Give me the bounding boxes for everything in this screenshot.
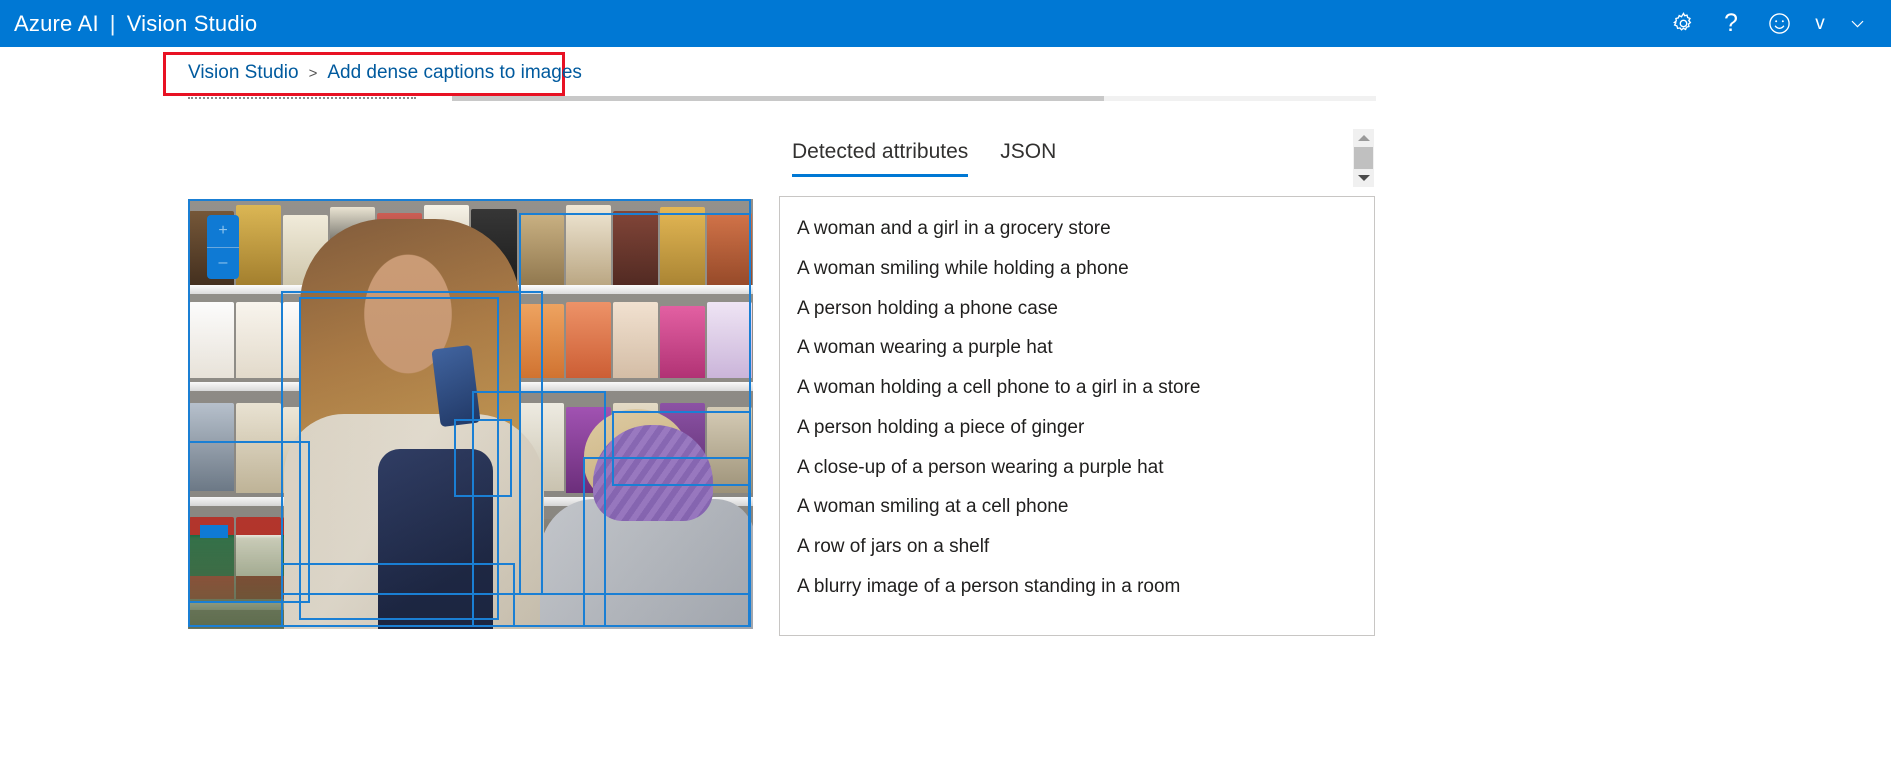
list-item: A woman and a girl in a grocery store — [797, 218, 1111, 239]
user-avatar-initial[interactable]: v — [1803, 0, 1837, 47]
list-item: A woman holding a cell phone to a girl i… — [797, 377, 1201, 398]
account-chevron-down-icon[interactable] — [1837, 0, 1877, 47]
breadcrumb-row: Vision Studio > Add dense captions to im… — [0, 47, 1891, 99]
list-item: A blurry image of a person standing in a… — [797, 575, 1181, 597]
scroll-up-arrow-icon[interactable] — [1353, 129, 1374, 147]
list-item: A woman wearing a purple hat — [797, 337, 1053, 359]
detected-attributes-panel: A woman and a girl in a grocery store A … — [779, 196, 1375, 636]
list-item: A woman smiling at a cell phone — [797, 496, 1069, 518]
feedback-smiley-icon[interactable] — [1755, 0, 1803, 47]
list-item: A person holding a piece of ginger — [797, 416, 1085, 438]
list-item: A person holding a phone case — [797, 297, 1058, 319]
zoom-out-button[interactable]: – — [207, 248, 239, 280]
brand-title: Azure AI | Vision Studio — [0, 11, 257, 37]
tab-detected-attributes[interactable]: Detected attributes — [792, 140, 969, 177]
breadcrumb: Vision Studio > Add dense captions to im… — [188, 62, 582, 84]
breadcrumb-separator-icon: > — [308, 64, 318, 82]
results-tab-list: Detected attributes JSON — [792, 140, 1056, 177]
app-header-actions: ? v — [1659, 0, 1891, 47]
panel-dotted-divider — [188, 97, 416, 100]
brand-app-label: Vision Studio — [126, 10, 258, 36]
breadcrumb-current-page[interactable]: Add dense captions to images — [327, 62, 582, 84]
user-avatar-label: v — [1815, 12, 1825, 34]
photo-overlay — [188, 199, 753, 629]
zoom-in-button[interactable]: + — [207, 215, 239, 247]
settings-gear-icon[interactable] — [1659, 0, 1707, 47]
scroll-down-arrow-icon[interactable] — [1353, 169, 1374, 187]
tab-json[interactable]: JSON — [1000, 140, 1056, 177]
vertical-scrollbar[interactable] — [1353, 129, 1374, 187]
grocery-store-photo — [188, 199, 753, 629]
zoom-controls[interactable]: + – — [207, 215, 239, 279]
image-viewer[interactable]: + – — [188, 199, 753, 629]
viewer-badge — [200, 525, 228, 538]
list-item: A woman smiling while holding a phone — [797, 257, 1129, 279]
list-item: A row of jars on a shelf — [797, 536, 990, 557]
brand-divider: | — [109, 10, 116, 36]
help-question-glyph: ? — [1724, 9, 1738, 37]
list-item: A close-up of a person wearing a purple … — [797, 456, 1164, 478]
vertical-scrollbar-thumb[interactable] — [1354, 147, 1373, 169]
horizontal-scrollbar-thumb[interactable] — [452, 96, 1104, 101]
app-header-bar: Azure AI | Vision Studio ? v — [0, 0, 1891, 47]
help-question-icon[interactable]: ? — [1707, 0, 1755, 47]
breadcrumb-link-vision-studio[interactable]: Vision Studio — [188, 62, 299, 84]
brand-product-label: Azure AI — [14, 10, 99, 36]
